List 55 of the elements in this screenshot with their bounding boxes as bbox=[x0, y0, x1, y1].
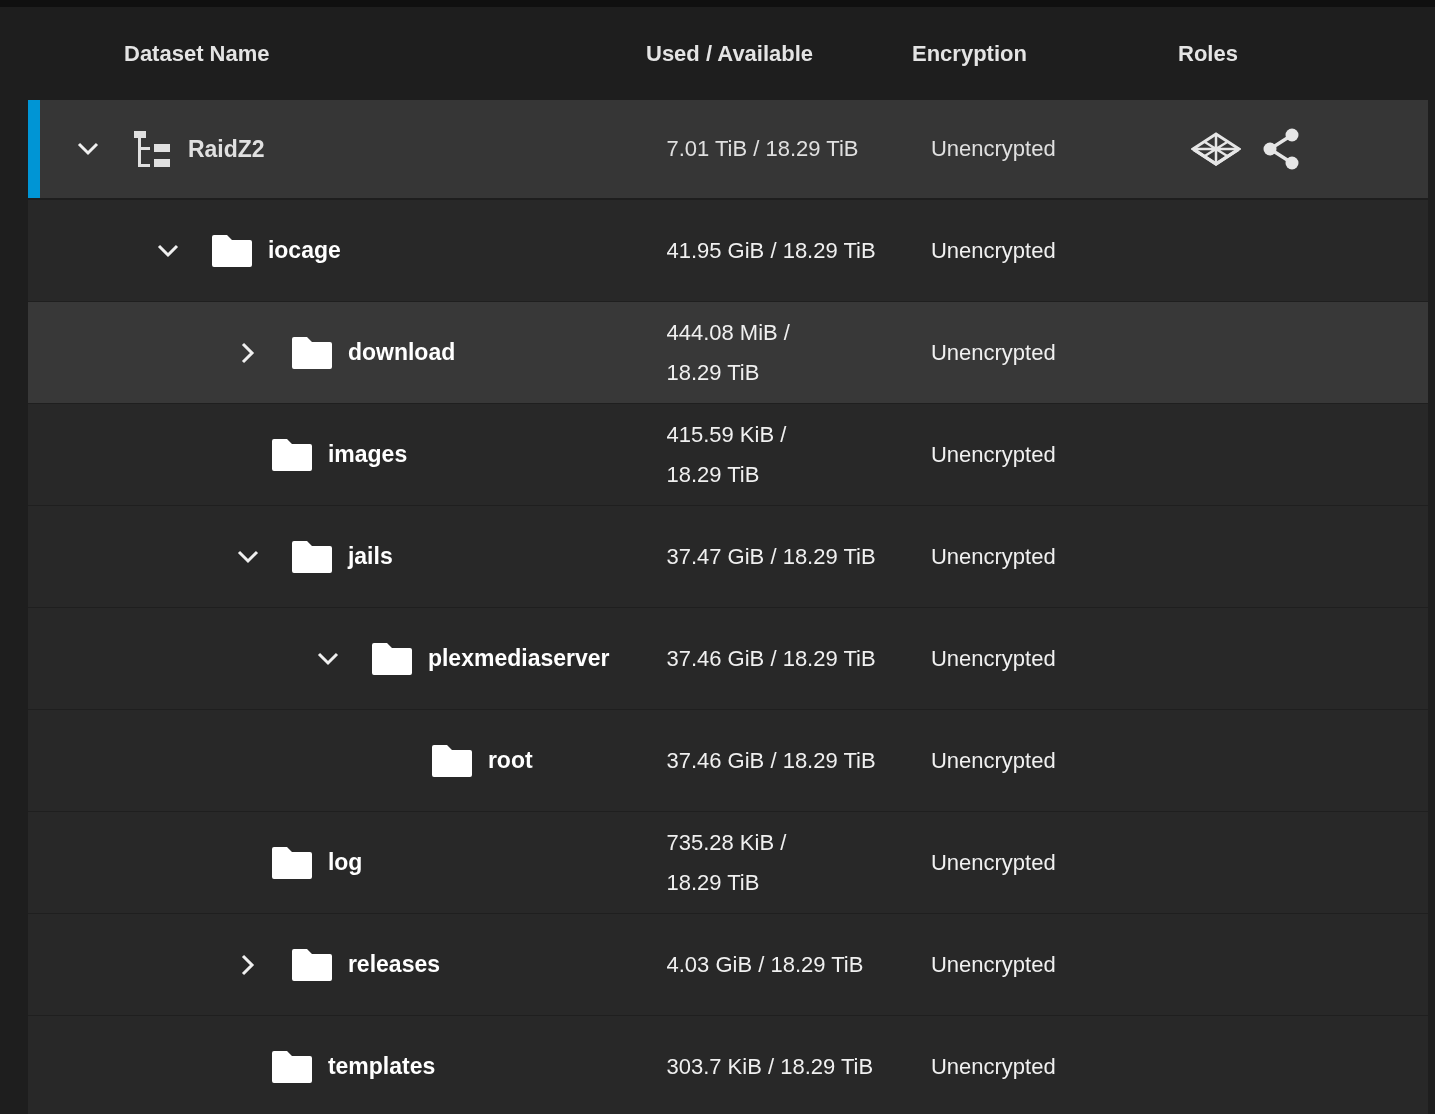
column-header[interactable]: Dataset Name bbox=[28, 40, 646, 67]
folder-icon bbox=[291, 336, 332, 369]
folder-icon bbox=[291, 540, 332, 573]
usage-text: 303.7 KiB / 18.29 TiB bbox=[666, 1052, 875, 1081]
usage-text: 37.47 GiB / 18.29 TiB bbox=[666, 542, 877, 571]
dataset-name: RaidZ2 bbox=[187, 135, 265, 163]
table-row[interactable]: log 735.28 KiB / 18.29 TiB Unencrypted bbox=[28, 812, 1428, 914]
column-header[interactable]: Roles bbox=[1178, 40, 1238, 67]
usage-text: 415.59 KiB / 18.29 TiB bbox=[666, 420, 788, 489]
usage-text: 37.46 GiB / 18.29 TiB bbox=[666, 746, 877, 775]
folder-icon bbox=[271, 846, 312, 879]
encryption-status: Unencrypted bbox=[930, 645, 1056, 672]
folder-icon bbox=[271, 438, 312, 471]
column-header[interactable]: Encryption bbox=[912, 40, 1178, 67]
usage-text: 37.46 GiB / 18.29 TiB bbox=[666, 644, 877, 673]
encryption-status: Unencrypted bbox=[930, 136, 1056, 162]
dataset-name: download bbox=[347, 339, 456, 366]
dataset-name: iocage bbox=[267, 237, 341, 264]
usage-text: 444.08 MiB / 18.29 TiB bbox=[666, 318, 791, 387]
encryption-status: Unencrypted bbox=[930, 951, 1056, 978]
folder-icon bbox=[271, 1050, 312, 1083]
dataset-name: templates bbox=[327, 1053, 436, 1080]
dataset-name: images bbox=[327, 441, 408, 468]
table-row[interactable]: images 415.59 KiB / 18.29 TiB Unencrypted bbox=[28, 404, 1428, 506]
dataset-name: root bbox=[487, 747, 533, 774]
encryption-status: Unencrypted bbox=[930, 849, 1056, 876]
table-row[interactable]: iocage 41.95 GiB / 18.29 TiB Unencrypted bbox=[28, 200, 1428, 302]
dataset-name: releases bbox=[347, 951, 440, 978]
encryption-status: Unencrypted bbox=[930, 237, 1056, 264]
encryption-status: Unencrypted bbox=[930, 543, 1056, 570]
encryption-status: Unencrypted bbox=[930, 441, 1056, 468]
encryption-status: Unencrypted bbox=[930, 1053, 1056, 1080]
folder-icon bbox=[371, 642, 412, 675]
table-row[interactable]: download 444.08 MiB / 18.29 TiB Unencrypted bbox=[28, 302, 1428, 404]
table-row[interactable]: templates 303.7 KiB / 18.29 TiB Unencrypted bbox=[28, 1016, 1428, 1114]
folder-icon bbox=[431, 744, 472, 777]
dataset-name: log bbox=[327, 849, 363, 876]
tiled-diamond-icon bbox=[1191, 132, 1242, 166]
dataset-name: jails bbox=[347, 543, 393, 570]
table-row[interactable]: RaidZ2 7.01 TiB / 18.29 TiB Unencrypted bbox=[28, 100, 1428, 198]
table-row[interactable]: jails 37.47 GiB / 18.29 TiB Unencrypted bbox=[28, 506, 1428, 608]
usage-text: 735.28 KiB / 18.29 TiB bbox=[666, 828, 788, 897]
pool-tree-icon bbox=[133, 131, 170, 167]
table-row[interactable]: plexmediaserver 37.46 GiB / 18.29 TiB Unencrypted bbox=[28, 608, 1428, 710]
usage-text: 4.03 GiB / 18.29 TiB bbox=[666, 950, 865, 979]
dataset-name: plexmediaserver bbox=[427, 645, 610, 672]
encryption-status: Unencrypted bbox=[930, 339, 1056, 366]
column-header[interactable]: Used / Available bbox=[646, 40, 912, 67]
encryption-status: Unencrypted bbox=[930, 747, 1056, 774]
usage-text: 41.95 GiB / 18.29 TiB bbox=[666, 236, 877, 265]
usage-text: 7.01 TiB / 18.29 TiB bbox=[666, 135, 860, 163]
table-row[interactable]: root 37.46 GiB / 18.29 TiB Unencrypted bbox=[28, 710, 1428, 812]
folder-icon bbox=[291, 948, 332, 981]
table-row[interactable]: releases 4.03 GiB / 18.29 TiB Unencrypted bbox=[28, 914, 1428, 1016]
folder-icon bbox=[211, 234, 252, 267]
